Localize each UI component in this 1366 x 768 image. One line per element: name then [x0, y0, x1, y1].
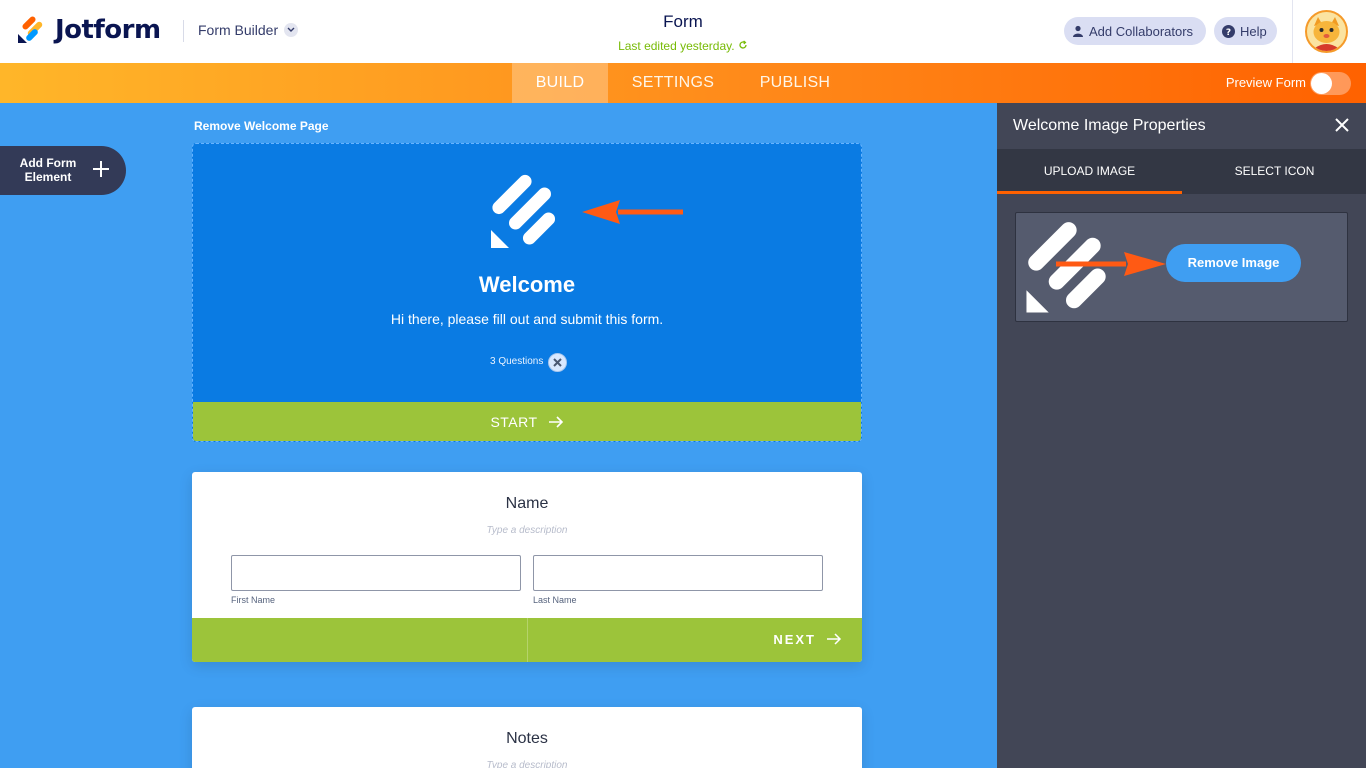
form-builder-label: Form Builder: [198, 22, 279, 38]
toggle-knob: [1311, 73, 1332, 94]
tab-publish[interactable]: PUBLISH: [745, 63, 845, 103]
last-name-label: Last Name: [533, 595, 577, 605]
welcome-image[interactable]: [489, 172, 565, 252]
preview-form-label: Preview Form: [1225, 75, 1306, 90]
welcome-page-card[interactable]: Welcome Hi there, please fill out and su…: [192, 143, 862, 442]
plus-icon: [90, 158, 112, 180]
name-field-title[interactable]: Name: [192, 495, 862, 513]
last-name-input[interactable]: [533, 555, 823, 591]
tab-build[interactable]: BUILD: [512, 63, 608, 103]
notes-field-description[interactable]: Type a description: [192, 760, 862, 768]
jotform-logo-icon: [17, 16, 45, 44]
first-name-label: First Name: [231, 595, 276, 605]
next-bar: NEXT: [192, 618, 862, 662]
chevron-down-icon: [284, 23, 299, 37]
add-form-element-button[interactable]: Add Form Element: [0, 146, 126, 195]
start-button[interactable]: START: [193, 402, 861, 441]
arrow-right-icon: [826, 632, 842, 650]
question-icon: ?: [1222, 24, 1235, 38]
add-form-element-label: Add Form Element: [19, 156, 77, 184]
next-bar-divider: [527, 618, 528, 662]
close-icon[interactable]: [548, 353, 567, 372]
annotation-arrow-left: [578, 198, 686, 226]
notes-field-card[interactable]: Notes Type a description: [192, 707, 862, 768]
name-field-description[interactable]: Type a description: [192, 525, 862, 536]
form-title[interactable]: Form: [583, 12, 783, 32]
user-icon: [1072, 25, 1084, 37]
remove-welcome-page-link[interactable]: Remove Welcome Page: [194, 119, 329, 133]
close-icon[interactable]: [1334, 117, 1350, 133]
panel-tabs: UPLOAD IMAGE SELECT ICON: [997, 149, 1366, 194]
last-edited-text: Last edited yesterday.: [618, 39, 735, 53]
brand-name: Jotform: [55, 15, 161, 45]
welcome-subtitle[interactable]: Hi there, please fill out and submit thi…: [193, 311, 861, 327]
header-divider-right: [1292, 0, 1293, 63]
arrow-right-icon: [548, 416, 564, 428]
add-collaborators-button[interactable]: Add Collaborators: [1064, 17, 1206, 45]
questions-count: 3 Questions: [490, 356, 544, 367]
tab-upload-image[interactable]: UPLOAD IMAGE: [997, 149, 1182, 194]
last-edited-status: Last edited yesterday.: [583, 39, 783, 53]
help-button[interactable]: ? Help: [1214, 17, 1277, 45]
builder-tabs-bar: BUILD SETTINGS PUBLISH Preview Form: [0, 63, 1366, 103]
refresh-icon: [738, 39, 748, 53]
svg-text:?: ?: [1226, 28, 1231, 38]
panel-title: Welcome Image Properties: [1013, 117, 1206, 134]
notes-field-title[interactable]: Notes: [192, 730, 862, 748]
brand-logo[interactable]: Jotform: [17, 15, 161, 45]
remove-image-button[interactable]: Remove Image: [1166, 244, 1301, 282]
welcome-title[interactable]: Welcome: [193, 272, 861, 298]
tab-settings[interactable]: SETTINGS: [620, 63, 726, 103]
user-avatar[interactable]: [1305, 10, 1348, 53]
first-name-input[interactable]: [231, 555, 521, 591]
name-field-card[interactable]: Name Type a description First Name Last …: [192, 472, 862, 662]
annotation-arrow-right: [1054, 250, 1169, 278]
image-preview: Remove Image: [1015, 212, 1348, 322]
welcome-image-properties-panel: Welcome Image Properties UPLOAD IMAGE SE…: [997, 103, 1366, 768]
start-label: START: [490, 414, 538, 430]
preview-form-toggle[interactable]: [1310, 72, 1351, 95]
next-button[interactable]: NEXT: [773, 632, 816, 647]
help-label: Help: [1240, 23, 1267, 39]
app-header: Jotform Form Builder Form Last edited ye…: [0, 0, 1366, 63]
tab-select-icon[interactable]: SELECT ICON: [1182, 149, 1366, 194]
form-builder-dropdown[interactable]: Form Builder: [198, 22, 299, 38]
header-divider: [183, 20, 184, 42]
add-collaborators-label: Add Collaborators: [1089, 23, 1194, 39]
